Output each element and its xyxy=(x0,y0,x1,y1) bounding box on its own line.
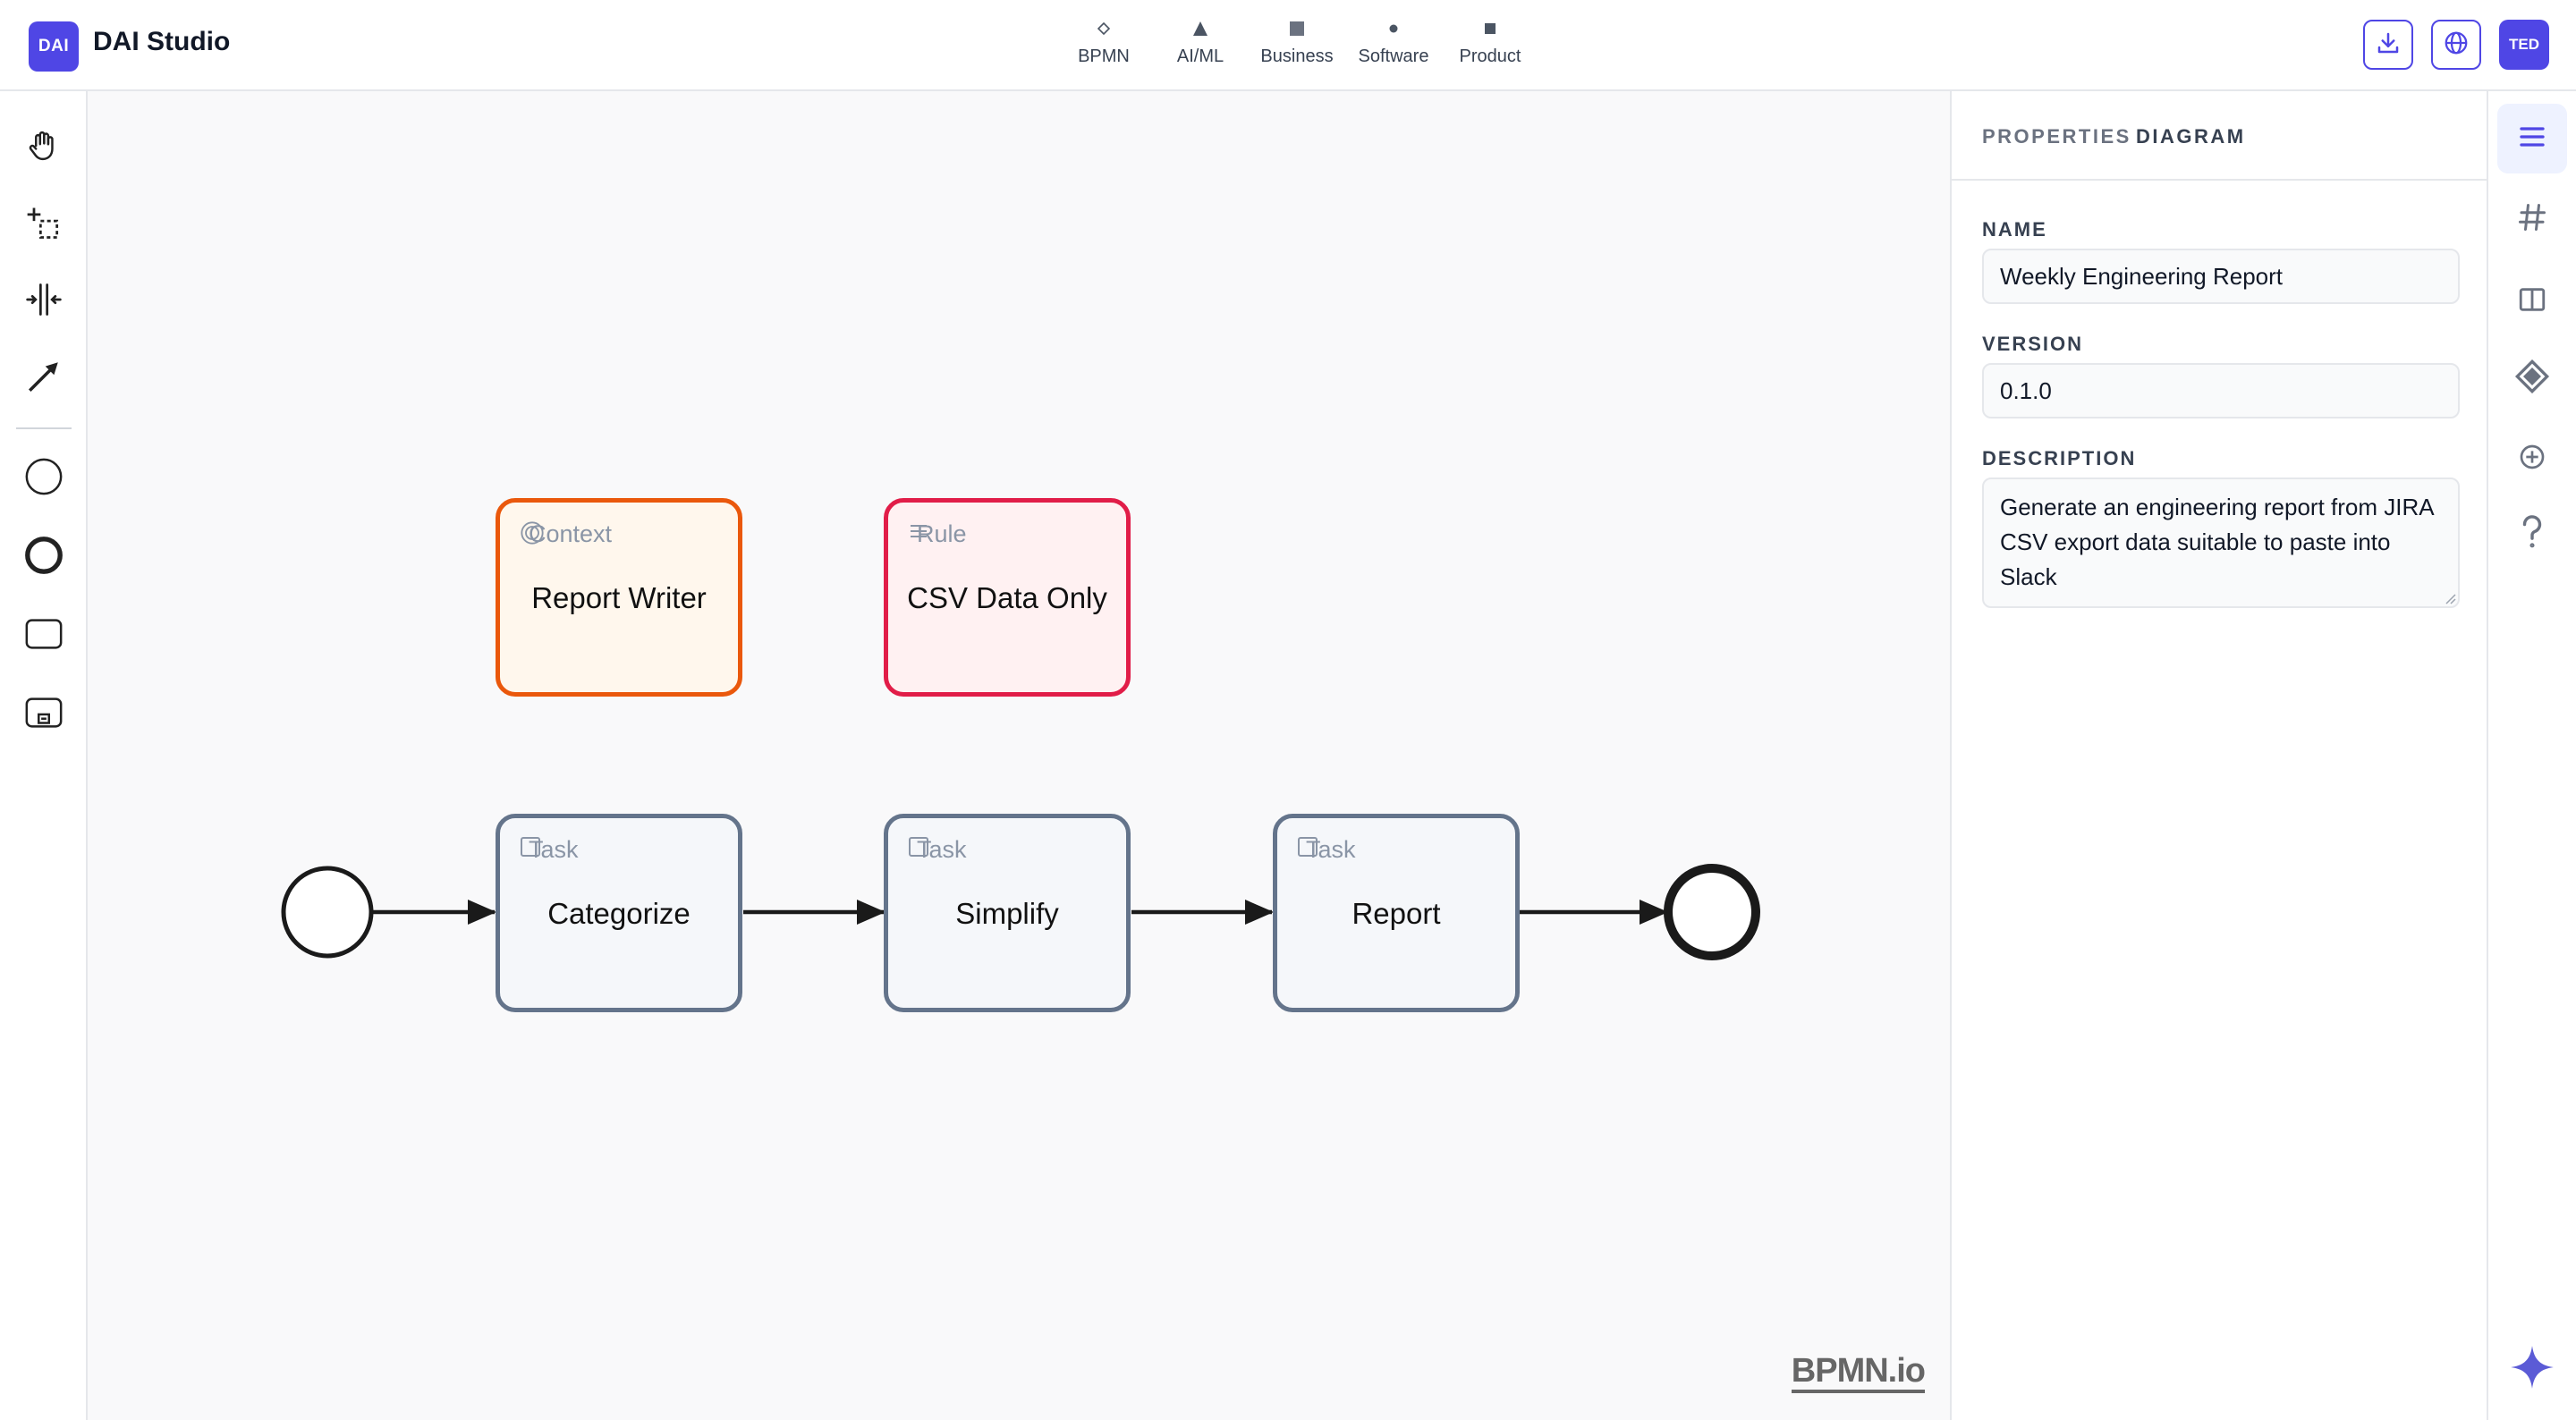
ai-assistant-button[interactable] xyxy=(2497,1334,2567,1404)
space-tool[interactable] xyxy=(20,277,68,325)
name-label: NAME xyxy=(1982,218,2047,241)
diamond-layer-icon xyxy=(2514,359,2550,399)
end-event-icon xyxy=(23,535,64,580)
download-icon xyxy=(2375,30,2402,61)
category-label: Business xyxy=(1260,46,1334,66)
language-button[interactable] xyxy=(2431,20,2481,70)
help-icon xyxy=(2517,514,2547,554)
category-software[interactable]: Software xyxy=(1345,16,1442,67)
plus-circle-icon xyxy=(2518,443,2546,476)
node-header: Rule xyxy=(908,520,967,548)
category-label: AI/ML xyxy=(1176,46,1224,66)
menu-icon xyxy=(2516,121,2548,157)
description-field[interactable]: Generate an engineering report from JIRA… xyxy=(1982,478,2460,608)
right-rail xyxy=(2488,91,2576,1420)
hash-icon xyxy=(2516,201,2548,238)
properties-header: PROPERTIES DIAGRAM xyxy=(1952,91,2487,181)
subprocess-tool[interactable] xyxy=(20,690,68,739)
connect-tool-icon xyxy=(25,358,63,400)
hand-tool-icon xyxy=(25,127,63,169)
category-product[interactable]: Product xyxy=(1442,16,1538,67)
task-node-simplify[interactable]: Task Simplify xyxy=(884,814,1131,1012)
globe-icon xyxy=(2443,30,2470,61)
description-label: DESCRIPTION xyxy=(1982,447,2137,469)
square-icon xyxy=(1290,16,1304,41)
resize-handle-icon[interactable] xyxy=(2442,590,2456,604)
node-label: Report Writer xyxy=(531,581,707,614)
diagram-canvas[interactable]: Context Report Writer Rule CSV Data Only… xyxy=(88,91,1950,1420)
version-field[interactable] xyxy=(1982,363,2460,418)
tool-palette xyxy=(0,91,88,1420)
diamond-icon xyxy=(1097,16,1110,41)
task-node-categorize[interactable]: Task Categorize xyxy=(496,814,742,1012)
tab-diagram[interactable]: DIAGRAM xyxy=(2136,125,2246,148)
toolbar-divider xyxy=(16,427,72,429)
task-node-report[interactable]: Task Report xyxy=(1273,814,1520,1012)
node-label: Report xyxy=(1352,897,1441,930)
category-bpmn[interactable]: BPMN xyxy=(1055,16,1152,67)
category-business[interactable]: Business xyxy=(1249,16,1345,67)
node-label: Categorize xyxy=(547,897,691,930)
help-rail-button[interactable] xyxy=(2497,499,2567,569)
connect-tool[interactable] xyxy=(20,354,68,402)
download-button[interactable] xyxy=(2363,20,2413,70)
tab-properties[interactable]: PROPERTIES xyxy=(1982,125,2131,148)
top-actions: TED xyxy=(2363,20,2549,70)
rule-node[interactable]: Rule CSV Data Only xyxy=(884,498,1131,697)
node-label: CSV Data Only xyxy=(907,581,1107,614)
context-node[interactable]: Context Report Writer xyxy=(496,498,742,697)
layers-rail-button[interactable] xyxy=(2497,343,2567,413)
node-header: Task xyxy=(1297,836,1356,864)
bpmn-io-watermark[interactable]: BPMN.io xyxy=(1791,1354,1926,1393)
user-avatar[interactable]: TED xyxy=(2499,20,2549,70)
node-header: Task xyxy=(520,836,579,864)
end-event-tool[interactable] xyxy=(20,533,68,581)
properties-rail-button[interactable] xyxy=(2497,104,2567,173)
hand-tool[interactable] xyxy=(20,123,68,172)
small-square-icon xyxy=(1485,16,1496,41)
add-rail-button[interactable] xyxy=(2497,424,2567,494)
category-nav: BPMN AI/ML Business Software Product xyxy=(1055,16,1538,67)
subprocess-icon xyxy=(23,692,64,738)
name-field[interactable] xyxy=(1982,249,2460,304)
start-event-tool[interactable] xyxy=(20,454,68,503)
task-tool[interactable] xyxy=(20,612,68,660)
start-event-icon xyxy=(23,456,64,502)
columns-icon xyxy=(2517,284,2547,319)
category-label: BPMN xyxy=(1078,46,1130,66)
category-aiml[interactable]: AI/ML xyxy=(1152,16,1249,67)
variables-rail-button[interactable] xyxy=(2497,184,2567,254)
triangle-icon xyxy=(1192,16,1208,41)
layout-rail-button[interactable] xyxy=(2497,266,2567,336)
app-title: DAI Studio xyxy=(93,27,231,56)
end-event[interactable] xyxy=(1664,864,1760,960)
category-label: Software xyxy=(1358,46,1429,66)
sparkle-icon xyxy=(2509,1344,2555,1395)
sequence-flows xyxy=(281,864,1760,960)
start-event[interactable] xyxy=(281,866,374,959)
lasso-tool-icon xyxy=(24,203,64,247)
top-bar: DAI DAI Studio BPMN AI/ML Business Softw… xyxy=(0,0,2576,91)
node-label: Simplify xyxy=(955,897,1059,930)
dot-icon xyxy=(1389,16,1398,41)
lasso-tool[interactable] xyxy=(20,200,68,249)
task-icon xyxy=(23,613,64,659)
node-header: Context xyxy=(520,520,612,548)
app-logo: DAI xyxy=(29,21,79,72)
node-header: Task xyxy=(908,836,967,864)
properties-panel: PROPERTIES DIAGRAM NAME VERSION DESCRIPT… xyxy=(1950,91,2488,1420)
version-label: VERSION xyxy=(1982,333,2084,355)
category-label: Product xyxy=(1459,46,1521,66)
space-tool-icon xyxy=(24,280,64,324)
